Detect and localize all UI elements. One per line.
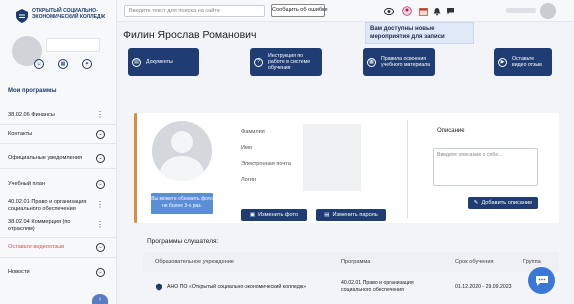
divider (0, 237, 117, 238)
college-logo-text: ОТКРЫТЫЙ СОЦИАЛЬНО-ЭКОНОМИЧЕСКИЙ КОЛЛЕДЖ (32, 8, 106, 20)
key-icon: ▤ (324, 212, 330, 218)
instructions-button-label: Инструкция по работе в системе обучения (268, 53, 311, 71)
sidebar-item-law-program[interactable]: 40.02.01 Право и организация социального… (8, 199, 94, 213)
change-photo-button[interactable]: ▣ Изменить фото (241, 209, 307, 221)
divider (0, 143, 117, 144)
person-icon[interactable]: ☺ (34, 59, 44, 69)
kebab-menu-icon[interactable]: ⋮ (96, 221, 104, 229)
card-divider (407, 120, 408, 218)
description-textarea[interactable]: Введите описание о себе... (433, 148, 538, 186)
description-label: Описание (437, 128, 465, 134)
programs-title: Программы слушателя: (147, 238, 219, 245)
photo-update-note: Вы можете обновить фото не более 3-х раз… (151, 193, 213, 214)
doc-rules-icon: ▦ (367, 57, 376, 67)
pencil-icon: ✎ (473, 200, 479, 206)
report-error-button[interactable]: Сообщить об ошибке (271, 4, 328, 17)
calendar-icon[interactable] (418, 6, 428, 16)
row-period: 01.12.2020 - 29.09.2023 (455, 284, 512, 290)
change-password-button[interactable]: ▤ Изменить пароль (316, 209, 386, 221)
collapse-sidebar-button[interactable]: ‹ (92, 294, 108, 304)
chat-bubble-icon (535, 275, 548, 286)
settings-icon[interactable]: ✦ (82, 59, 92, 69)
field-label-email: Электронная почта (241, 161, 291, 167)
add-description-button[interactable]: ✎ Добавить описание (468, 197, 538, 209)
profile-badge-icon[interactable] (402, 6, 412, 16)
documents-button-label: Документы (146, 59, 173, 65)
divider (0, 124, 117, 125)
document-icon: ▤ (132, 57, 141, 67)
sidebar: ОТКРЫТЫЙ СОЦИАЛЬНО-ЭКОНОМИЧЕСКИЙ КОЛЛЕДЖ… (0, 0, 117, 304)
sidebar-item-news[interactable]: Новости (8, 269, 108, 276)
silhouette-head (171, 131, 193, 153)
column-header: Группа (523, 259, 541, 265)
chat-icon[interactable] (445, 6, 455, 16)
eye-icon[interactable] (384, 6, 394, 16)
sidebar-name-box (46, 38, 100, 52)
change-password-label: Изменить пароль (332, 212, 378, 218)
chevron-down-icon[interactable]: ⌄ (96, 180, 105, 189)
chevron-down-icon[interactable]: ⌄ (96, 268, 105, 277)
video-review-button-label: Оставьте видео отзыв (512, 56, 542, 68)
question-icon: ? (254, 57, 263, 67)
rules-button-label: Правила освоения учебного материала (381, 56, 431, 68)
add-description-label: Добавить описание (481, 200, 533, 206)
chevron-down-icon[interactable]: ⌄ (96, 154, 105, 163)
silhouette-body (160, 156, 204, 181)
rules-button[interactable]: ▦ Правила освоения учебного материала (363, 48, 435, 76)
divider (0, 168, 117, 169)
field-values-placeholder (303, 124, 361, 191)
sidebar-item-notifications[interactable]: Официальные уведомления (8, 155, 108, 162)
column-header: Срок обучения (455, 259, 494, 265)
video-icon: ▶ (498, 57, 507, 67)
kebab-menu-icon[interactable]: ⋮ (96, 201, 104, 209)
grid-icon[interactable]: ▦ (58, 59, 68, 69)
chevron-down-icon[interactable]: ⌄ (96, 130, 105, 139)
row-logo-icon (155, 283, 163, 293)
programs-table-header: Образовательное учреждение Программа Сро… (143, 252, 559, 272)
bell-icon[interactable] (432, 6, 442, 16)
profile-photo-placeholder (152, 121, 212, 181)
field-label-name: Имя (241, 145, 252, 151)
user-name-placeholder (506, 8, 536, 13)
sidebar-icon-row: ☺ ▦ ✦ (34, 59, 92, 69)
kebab-menu-icon[interactable]: ⋮ (96, 111, 104, 119)
sidebar-item-contacts[interactable]: Контакты (8, 131, 108, 138)
field-label-login: Логин (241, 177, 257, 183)
sidebar-item-video-review[interactable]: Оставьте видеоотзыв (8, 244, 108, 251)
my-programs-title: Мои программы (8, 88, 57, 94)
field-label-surname: Фамилия (241, 129, 265, 135)
sidebar-item-curriculum[interactable]: Учебный план (8, 181, 108, 188)
support-chat-button[interactable] (528, 267, 555, 294)
divider (0, 257, 117, 258)
college-logo-icon (14, 8, 30, 24)
documents-button[interactable]: ▤ Документы (128, 48, 199, 76)
page-title: Филин Ярослав Романович (123, 29, 257, 41)
column-header: Образовательное учреждение (155, 259, 235, 265)
video-review-button[interactable]: ▶ Оставьте видео отзыв (494, 48, 552, 76)
chevron-down-icon[interactable]: ⌄ (96, 243, 105, 252)
change-photo-label: Изменить фото (258, 212, 299, 218)
app-root: Введите текст для поиска на сайте Сообщи… (0, 0, 574, 304)
search-input[interactable]: Введите текст для поиска на сайте (124, 5, 265, 17)
sidebar-item-commerce-program[interactable]: 38.02.04 Коммерция (по отраслям) (8, 219, 94, 233)
row-institution: АНО ПО «Открытый социально-экономический… (167, 284, 307, 290)
notification-popup[interactable]: Вам доступны новые мероприятия для запис… (365, 22, 474, 44)
table-row[interactable]: АНО ПО «Открытый социально-экономический… (143, 276, 559, 300)
row-program: 40.02.01 Право и организация социального… (341, 280, 414, 293)
sidebar-item-finance[interactable]: 38.02.06 Финансы (8, 112, 108, 119)
user-avatar[interactable] (540, 3, 556, 19)
column-header: Программа (341, 259, 371, 265)
instructions-button[interactable]: ? Инструкция по работе в системе обучени… (250, 48, 322, 76)
camera-icon: ▣ (249, 212, 256, 218)
